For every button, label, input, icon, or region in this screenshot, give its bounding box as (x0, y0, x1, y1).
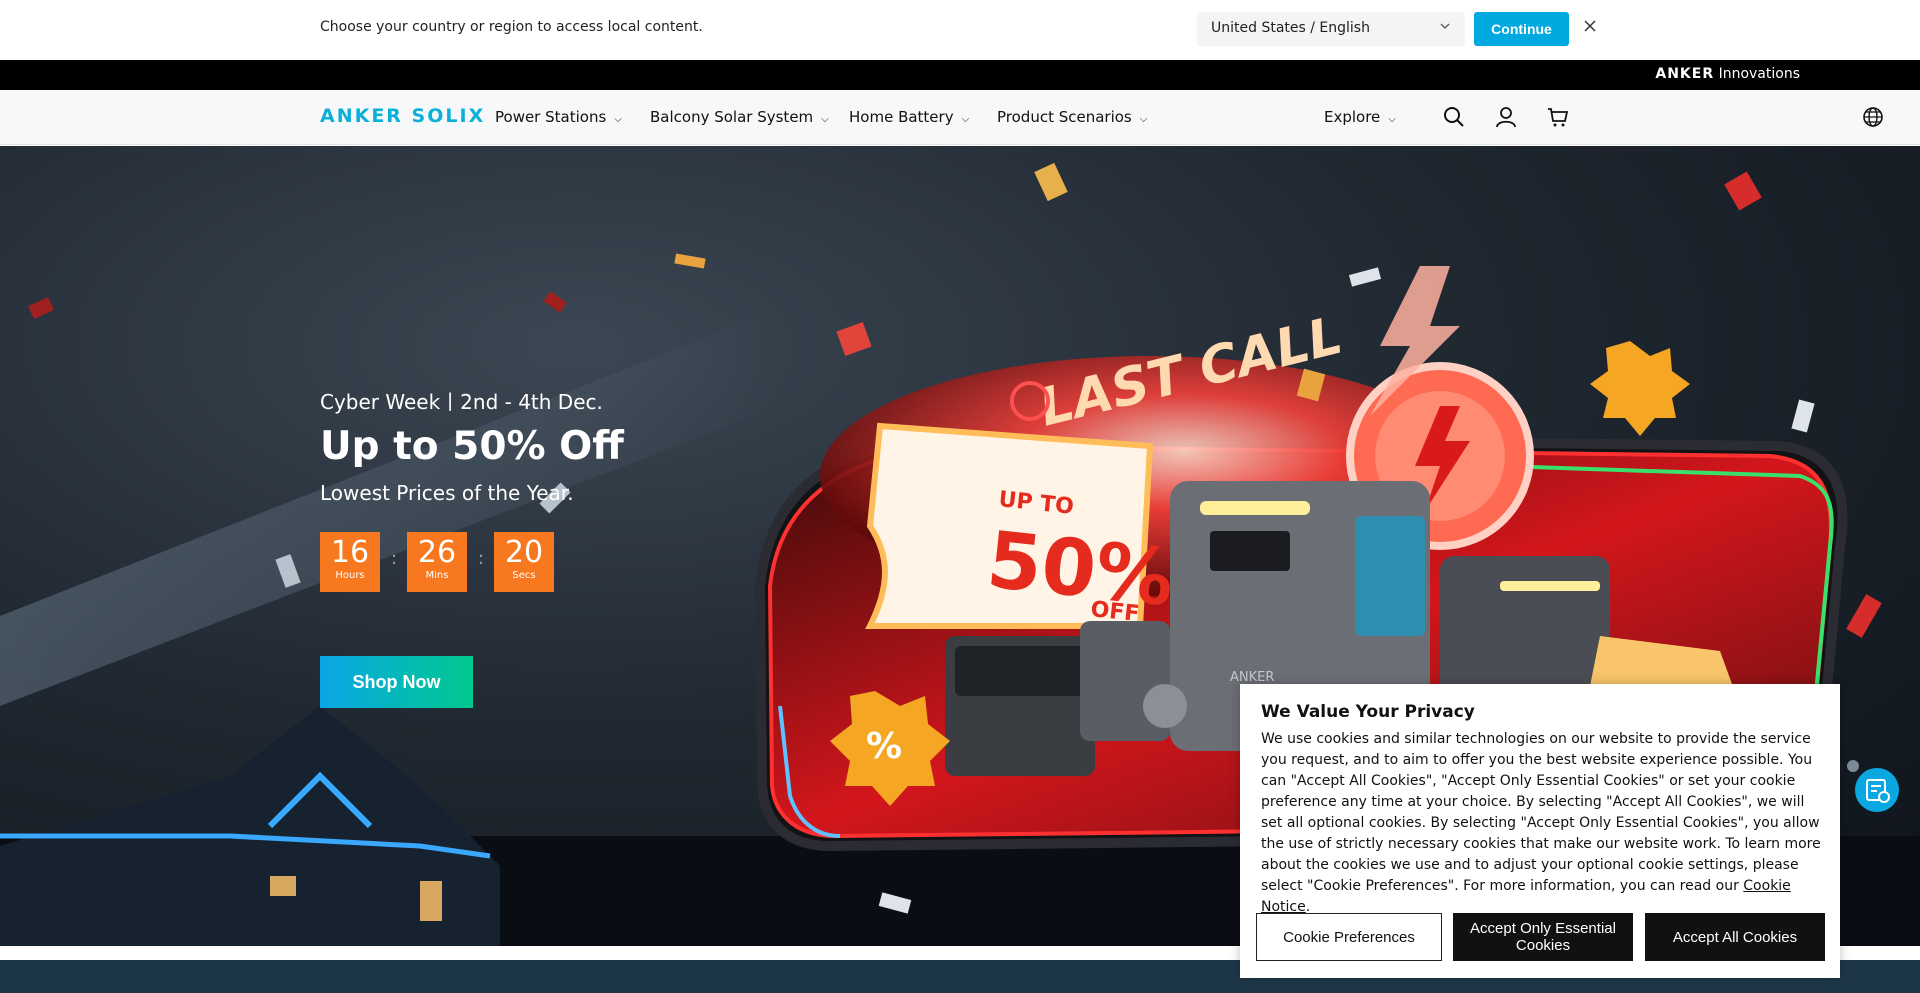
region-bar: Choose your country or region to access … (0, 0, 1920, 60)
countdown-minutes: 26 Mins (407, 532, 467, 592)
chevron-down-icon: ⌵ (821, 114, 829, 125)
shop-now-button[interactable]: Shop Now (320, 656, 473, 708)
close-icon[interactable] (1583, 17, 1597, 38)
nav-item-home-battery[interactable]: Home Battery ⌵ (849, 108, 969, 126)
countdown-value: 20 (504, 535, 544, 570)
countdown-separator: : (478, 548, 485, 569)
anker-brand-rest: Innovations (1714, 66, 1800, 82)
region-message: Choose your country or region to access … (320, 19, 703, 35)
chevron-down-icon: ⌵ (1139, 114, 1148, 125)
nav-item-label: Explore (1324, 108, 1381, 126)
continue-button[interactable]: Continue (1474, 12, 1569, 46)
anker-innovations-link[interactable]: ANKER Innovations (1655, 66, 1800, 82)
chat-icon (1866, 779, 1890, 803)
nav-item-label: Power Stations (495, 108, 607, 126)
nav-item-balcony-solar[interactable]: Balcony Solar System ⌵ (650, 108, 829, 126)
cookie-body-text: We use cookies and similar technologies … (1261, 731, 1821, 894)
hero-subtitle: Cyber Week丨2nd - 4th Dec. (320, 390, 603, 414)
nav-item-label: Product Scenarios (997, 108, 1132, 126)
cookie-title: We Value Your Privacy (1261, 702, 1475, 722)
main-nav: ANKER SOLIX Power Stations ⌵ Balcony Sola… (0, 90, 1920, 145)
chat-support-button[interactable] (1855, 768, 1899, 812)
countdown-seconds: 20 Secs (494, 532, 554, 592)
countdown-separator: : (391, 548, 398, 569)
nav-item-power-stations[interactable]: Power Stations ⌵ (495, 108, 622, 126)
hero-title: Up to 50% Off (320, 424, 624, 469)
nav-item-label: Home Battery (849, 108, 954, 126)
search-icon[interactable] (1443, 106, 1467, 130)
nav-item-product-scenarios[interactable]: Product Scenarios ⌵ (997, 108, 1147, 126)
nav-item-explore[interactable]: Explore ⌵ (1324, 108, 1396, 126)
chevron-down-icon: ⌵ (1388, 114, 1396, 125)
anker-solix-logo[interactable]: ANKER SOLIX (320, 105, 485, 127)
cart-icon[interactable] (1547, 106, 1571, 130)
region-select-value: United States / English (1211, 20, 1370, 36)
countdown-label: Mins (425, 570, 449, 581)
countdown-hours: 16 Hours (320, 532, 380, 592)
chevron-down-icon: ⌵ (961, 114, 970, 125)
region-select[interactable]: United States / English (1197, 12, 1465, 46)
countdown-label: Hours (335, 570, 365, 581)
nav-item-label: Balcony Solar System (650, 108, 814, 126)
countdown-label: Secs (512, 570, 536, 581)
top-strip: ANKER Innovations (0, 60, 1920, 90)
user-icon[interactable] (1495, 106, 1519, 130)
cookie-preferences-button[interactable]: Cookie Preferences (1256, 913, 1442, 961)
chevron-down-icon: ⌵ (614, 114, 622, 125)
accept-all-cookies-button[interactable]: Accept All Cookies (1645, 913, 1825, 961)
cookie-consent-dialog: We Value Your Privacy We use cookies and… (1240, 684, 1840, 978)
cookie-body: We use cookies and similar technologies … (1261, 729, 1821, 918)
countdown-value: 26 (417, 535, 457, 570)
accept-essential-cookies-button[interactable]: Accept Only Essential Cookies (1453, 913, 1633, 961)
countdown-value: 16 (330, 535, 370, 570)
anker-brand-bold: ANKER (1655, 66, 1715, 82)
globe-icon[interactable] (1862, 106, 1886, 130)
hero-description: Lowest Prices of the Year. (320, 481, 574, 505)
product-brand-text: ANKER (1230, 670, 1274, 685)
chat-notification-dot (1847, 760, 1859, 772)
percent-badge-text: % (866, 726, 902, 767)
chevron-down-icon (1439, 20, 1451, 35)
